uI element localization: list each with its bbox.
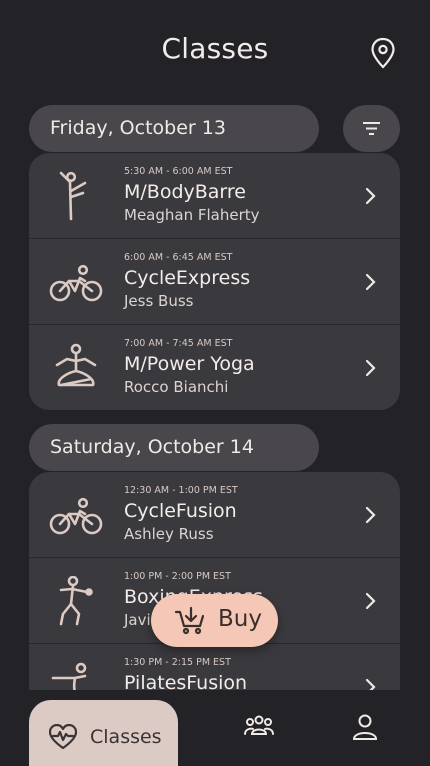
class-card: 12:30 AM - 1:00 PM EST CycleFusion Ashle…: [29, 472, 400, 690]
date-header: Saturday, October 14: [29, 424, 319, 471]
class-time: 12:30 AM - 1:00 PM EST: [124, 485, 238, 496]
chevron-right-icon: [365, 592, 376, 610]
class-name: M/Power Yoga: [124, 353, 255, 375]
buy-label: Buy: [218, 606, 262, 632]
chevron-right-icon: [365, 273, 376, 291]
class-time: 1:00 PM - 2:00 PM EST: [124, 571, 231, 582]
instructor-name: Meaghan Flaherty: [124, 206, 260, 224]
cart-download-icon: [174, 606, 205, 635]
filter-icon: [363, 122, 380, 135]
header: Classes: [0, 0, 430, 100]
class-row[interactable]: 1:30 PM - 2:15 PM EST PilatesFusion: [29, 644, 400, 690]
pilates-icon: [51, 662, 87, 690]
page-title: Classes: [161, 32, 269, 65]
map-pin-icon[interactable]: [369, 37, 397, 69]
chevron-right-icon: [365, 187, 376, 205]
chevron-right-icon: [365, 678, 376, 690]
nav-tab-classes[interactable]: Classes: [29, 700, 178, 766]
chevron-right-icon: [365, 359, 376, 377]
class-row[interactable]: 5:30 AM - 6:00 AM EST M/BodyBarre Meagha…: [29, 153, 400, 239]
buy-button[interactable]: Buy: [151, 594, 278, 647]
profile-icon[interactable]: [352, 714, 378, 740]
instructor-name: Rocco Bianchi: [124, 378, 229, 396]
class-name: M/BodyBarre: [124, 181, 246, 203]
barre-icon: [59, 171, 87, 221]
cycling-icon: [49, 264, 103, 302]
instructor-name: Ashley Russ: [124, 525, 214, 543]
class-row[interactable]: 7:00 AM - 7:45 AM EST M/Power Yoga Rocco…: [29, 325, 400, 410]
class-row[interactable]: 6:00 AM - 6:45 AM EST CycleExpress Jess …: [29, 239, 400, 325]
class-time: 1:30 PM - 2:15 PM EST: [124, 657, 231, 668]
class-time: 7:00 AM - 7:45 AM EST: [124, 338, 233, 349]
filter-button[interactable]: [343, 105, 400, 152]
class-name: PilatesFusion: [124, 672, 248, 690]
heart-pulse-icon: [49, 724, 77, 750]
date-header: Friday, October 13: [29, 105, 319, 152]
group-icon[interactable]: [244, 714, 274, 738]
bottom-nav: Classes: [0, 690, 430, 766]
class-row[interactable]: 12:30 AM - 1:00 PM EST CycleFusion Ashle…: [29, 472, 400, 558]
yoga-icon: [55, 343, 97, 387]
class-time: 6:00 AM - 6:45 AM EST: [124, 252, 233, 263]
instructor-name: Jess Buss: [124, 292, 194, 310]
chevron-right-icon: [365, 506, 376, 524]
boxing-icon: [59, 576, 93, 626]
class-name: CycleExpress: [124, 267, 251, 289]
class-card: 5:30 AM - 6:00 AM EST M/BodyBarre Meagha…: [29, 153, 400, 410]
nav-classes-label: Classes: [90, 726, 162, 748]
class-name: CycleFusion: [124, 500, 237, 522]
cycling-icon: [49, 497, 103, 535]
class-time: 5:30 AM - 6:00 AM EST: [124, 166, 233, 177]
